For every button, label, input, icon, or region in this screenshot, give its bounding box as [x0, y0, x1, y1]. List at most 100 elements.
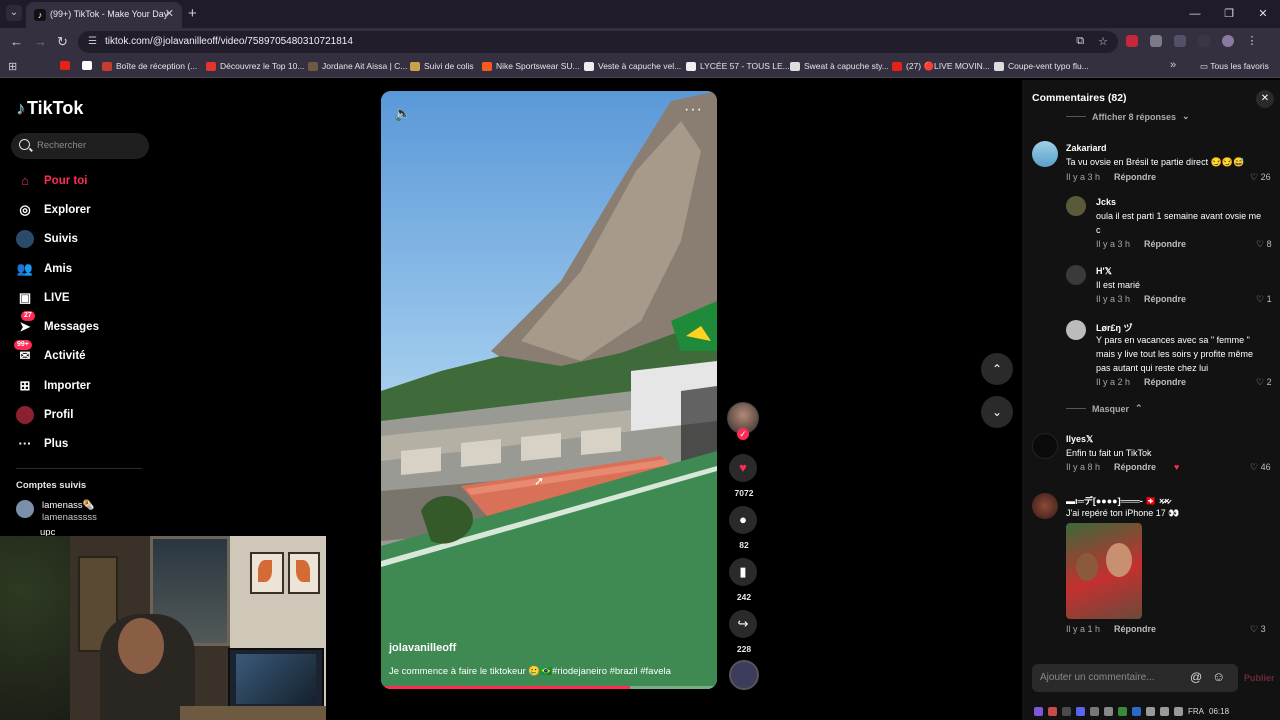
- sidebar-item-activity[interactable]: ✉ 99+ Activité: [14, 340, 156, 366]
- bookmark-star-icon[interactable]: ☆: [1098, 35, 1108, 48]
- avatar[interactable]: [1066, 265, 1086, 285]
- hide-replies-button[interactable]: Masquer ⌃: [1066, 403, 1143, 414]
- comment-like[interactable]: ♡ 3: [1250, 624, 1266, 635]
- site-info-icon[interactable]: ☰: [88, 36, 97, 47]
- install-app-icon[interactable]: ⧉: [1076, 35, 1084, 48]
- emoji-icon[interactable]: ☺: [1212, 669, 1225, 684]
- reload-icon[interactable]: ↻: [57, 34, 68, 50]
- followed-account-item[interactable]: lamenass🌯 lamenasssss: [16, 500, 97, 524]
- tray-clock[interactable]: 06:18: [1209, 707, 1229, 716]
- comment-username[interactable]: H'𝕏: [1096, 266, 1112, 277]
- tab-close-icon[interactable]: ✕: [165, 7, 174, 20]
- comment-like[interactable]: ♡ 8: [1256, 239, 1272, 250]
- tray-app-icon[interactable]: [1090, 706, 1099, 716]
- comment-attached-image[interactable]: [1066, 523, 1142, 619]
- bookmark-item[interactable]: Découvrez le Top 10...: [206, 61, 304, 71]
- bookmark-item[interactable]: Jordane Ait Aissa | C...: [308, 61, 407, 71]
- comment-like[interactable]: ♡ 46: [1250, 462, 1271, 473]
- tray-discord-icon[interactable]: [1076, 706, 1085, 716]
- video-player[interactable]: 🔈 ··· jolavanilleoff Je commence à faire…: [381, 91, 717, 689]
- bookmark-item[interactable]: Nike Sportswear SU...: [482, 61, 580, 71]
- show-replies-button[interactable]: Afficher 8 réponses ⌄: [1066, 111, 1190, 122]
- bookmark-gmail[interactable]: [82, 61, 92, 70]
- avatar[interactable]: [1066, 196, 1086, 216]
- tray-network-icon[interactable]: [1146, 706, 1155, 716]
- previous-video-chevron-up-icon[interactable]: ⌃: [981, 353, 1013, 385]
- bookmark-item[interactable]: Coupe-vent typo flu...: [994, 61, 1089, 71]
- sidebar-item-for-you[interactable]: ⌂ Pour toi: [16, 171, 156, 191]
- avatar[interactable]: [1032, 493, 1058, 519]
- tray-app-icon[interactable]: [1034, 706, 1043, 716]
- more-options-icon[interactable]: ···: [684, 101, 703, 119]
- minimize-button[interactable]: —: [1178, 0, 1212, 28]
- restore-button[interactable]: ❐: [1212, 0, 1246, 28]
- volume-icon[interactable]: 🔈: [394, 105, 411, 122]
- sidebar-item-explore[interactable]: ◎ Explorer: [16, 200, 156, 220]
- mention-at-icon[interactable]: @: [1190, 670, 1202, 684]
- tray-app-icon[interactable]: [1062, 706, 1071, 716]
- reply-button[interactable]: Répondre: [1114, 172, 1156, 182]
- reply-button[interactable]: Répondre: [1144, 239, 1186, 249]
- sidebar-item-following[interactable]: Suivis: [16, 229, 156, 249]
- bookmark-item[interactable]: LYCÉE 57 - TOUS LE...: [686, 61, 790, 71]
- forward-icon[interactable]: →: [34, 34, 47, 49]
- reply-button[interactable]: Répondre: [1144, 294, 1186, 304]
- video-progress-bar[interactable]: [381, 686, 717, 689]
- bookmarks-overflow-icon[interactable]: »: [1170, 59, 1176, 71]
- sidebar-item-profile[interactable]: Profil: [16, 405, 156, 425]
- sidebar-item-live[interactable]: ▣ LIVE: [16, 288, 156, 308]
- extensions-puzzle-icon[interactable]: [1174, 35, 1186, 47]
- bookmark-icon[interactable]: ▮: [729, 558, 757, 586]
- back-icon[interactable]: ←: [10, 34, 23, 49]
- tray-app-icon[interactable]: [1048, 706, 1057, 716]
- bookmark-item[interactable]: Veste à capuche vel...: [584, 61, 681, 71]
- tray-volume-icon[interactable]: [1160, 706, 1169, 716]
- tray-battery-icon[interactable]: [1174, 706, 1183, 716]
- tab-search-button[interactable]: ⌄: [6, 5, 22, 21]
- comment-like[interactable]: ♡ 26: [1250, 172, 1271, 183]
- bookmark-youtube[interactable]: [60, 61, 70, 70]
- video-author[interactable]: jolavanilleoff: [389, 642, 456, 654]
- search-input[interactable]: Rechercher: [11, 133, 149, 159]
- bookmark-item[interactable]: Boîte de réception (...: [102, 61, 197, 71]
- publish-button[interactable]: Publier: [1244, 673, 1275, 683]
- browser-tab[interactable]: ♪ (99+) TikTok - Make Your Day ✕: [26, 2, 182, 28]
- apps-grid-icon[interactable]: ⊞: [8, 60, 17, 73]
- reply-button[interactable]: Répondre: [1114, 624, 1156, 634]
- tray-language[interactable]: FRA: [1188, 707, 1204, 716]
- share-arrow-icon[interactable]: ↪: [729, 610, 757, 638]
- follow-plus-icon[interactable]: ✓: [737, 428, 749, 440]
- next-video-chevron-down-icon[interactable]: ⌄: [981, 396, 1013, 428]
- sidebar-item-messages[interactable]: ➤ 27 Messages: [16, 311, 156, 337]
- sidebar-item-friends[interactable]: 👥 Amis: [16, 259, 156, 279]
- comment-username[interactable]: Jcks: [1096, 197, 1116, 207]
- all-favorites-folder[interactable]: ▭ Tous les favoris: [1200, 61, 1269, 72]
- media-controls-icon[interactable]: [1198, 35, 1210, 47]
- like-heart-icon[interactable]: ♥: [729, 454, 757, 482]
- sidebar-item-upload[interactable]: ⊞ Importer: [16, 376, 156, 396]
- comment-like[interactable]: ♡ 2: [1256, 377, 1272, 388]
- omnibox[interactable]: ☰ tiktok.com/@jolavanilleoff/video/75897…: [78, 31, 1118, 53]
- tray-nvidia-icon[interactable]: [1118, 706, 1127, 716]
- music-disc-icon[interactable]: [729, 660, 759, 690]
- avatar[interactable]: [1032, 141, 1058, 167]
- comment-like[interactable]: ♡ 1: [1256, 294, 1272, 305]
- bookmark-item[interactable]: (27) 🔴LIVE MOVIN...: [892, 61, 990, 72]
- extension-gray-icon[interactable]: [1150, 35, 1162, 47]
- tray-bluetooth-icon[interactable]: [1132, 706, 1141, 716]
- bookmark-item[interactable]: Sweat à capuche sty...: [790, 61, 889, 71]
- comment-bubble-icon[interactable]: ●: [729, 506, 757, 534]
- extension-red-icon[interactable]: [1126, 35, 1138, 47]
- avatar[interactable]: [1066, 320, 1086, 340]
- profile-avatar-icon[interactable]: [1222, 35, 1234, 47]
- comment-username[interactable]: Zakariard: [1066, 143, 1107, 153]
- comment-input[interactable]: Ajouter un commentaire... @ ☺: [1032, 664, 1238, 692]
- bookmark-item[interactable]: Suivi de colis: [410, 61, 474, 71]
- tray-microphone-icon[interactable]: [1104, 706, 1113, 716]
- window-close-button[interactable]: ✕: [1246, 0, 1280, 28]
- avatar[interactable]: [1032, 433, 1058, 459]
- browser-menu-icon[interactable]: ⋮: [1246, 35, 1258, 47]
- new-tab-button[interactable]: +: [188, 5, 197, 22]
- comment-username[interactable]: Ilyes𝕏: [1066, 434, 1093, 445]
- sidebar-item-more[interactable]: ··· Plus: [16, 434, 156, 454]
